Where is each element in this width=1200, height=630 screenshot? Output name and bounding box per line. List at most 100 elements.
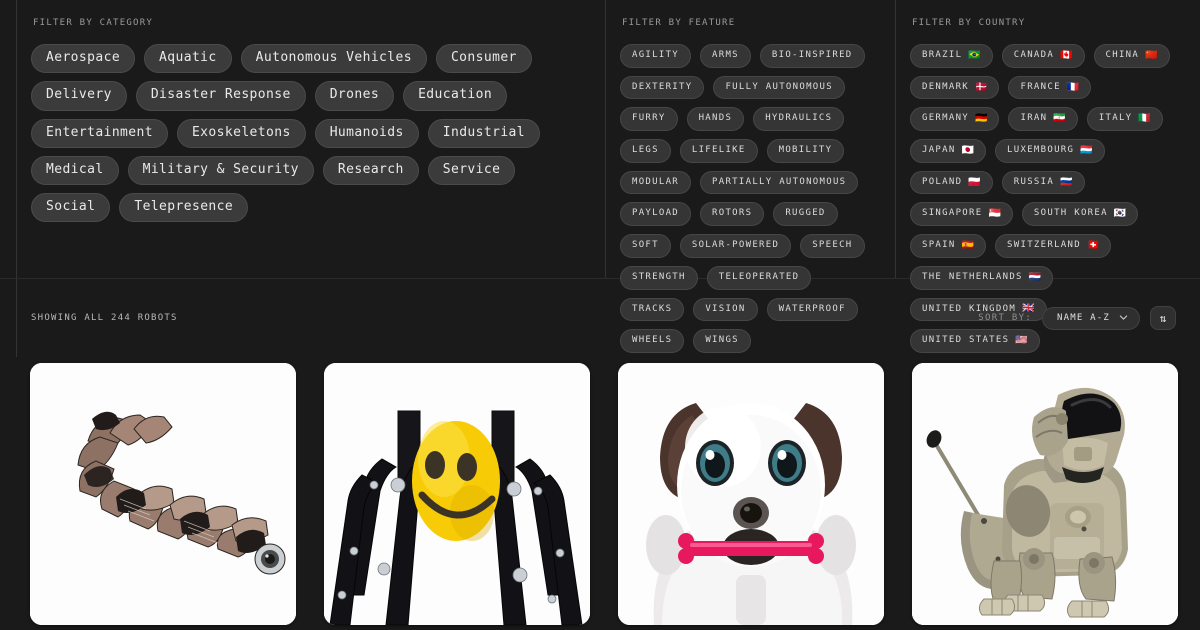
country-chip-france[interactable]: FRANCE 🇫🇷 (1008, 75, 1092, 100)
feature-chip-rugged[interactable]: RUGGED (773, 202, 838, 227)
sort-by-label: SORT BY: (978, 313, 1033, 323)
category-chip-entertainment[interactable]: Entertainment (31, 118, 168, 148)
feature-chip-legs[interactable]: LEGS (620, 139, 671, 163)
category-chip-exoskeletons[interactable]: Exoskeletons (176, 118, 306, 148)
category-chip-disaster-response[interactable]: Disaster Response (135, 81, 306, 111)
category-chip-education[interactable]: Education (403, 81, 508, 111)
category-chip-aerospace[interactable]: Aerospace (31, 44, 136, 74)
category-chip-research[interactable]: Research (322, 155, 419, 185)
country-chip-label: FRANCE (1020, 81, 1061, 92)
category-chip-drones[interactable]: Drones (314, 81, 395, 111)
feature-chip-label: PARTIALLY AUTONOMOUS (712, 176, 847, 187)
filter-category-title: FILTER BY CATEGORY (33, 18, 154, 28)
category-chip-service[interactable]: Service (427, 155, 516, 185)
category-chip-telepresence[interactable]: Telepresence (119, 193, 249, 223)
robot-card[interactable] (30, 363, 296, 625)
country-chip-label: RUSSIA (1013, 176, 1055, 187)
feature-chip-label: LEGS (632, 145, 659, 156)
category-chip-social[interactable]: Social (31, 193, 111, 223)
feature-chip-label: ARMS (712, 50, 739, 60)
silver-robot-dog-image (912, 363, 1178, 625)
robot-card[interactable] (618, 363, 884, 625)
flag-icon: 🇮🇹 (1138, 113, 1151, 125)
category-chip-delivery[interactable]: Delivery (31, 81, 127, 111)
feature-chip-mobility[interactable]: MOBILITY (766, 139, 845, 163)
flag-icon: 🇩🇰 (975, 81, 988, 93)
feature-chip-speech[interactable]: SPEECH (800, 234, 865, 258)
feature-chip-rotors[interactable]: ROTORS (700, 202, 765, 227)
feature-chip-hands[interactable]: HANDS (686, 107, 745, 132)
feature-chip-bio-inspired[interactable]: BIO-INSPIRED (759, 44, 865, 68)
country-chip-canada[interactable]: CANADA 🇨🇦 (1001, 44, 1085, 68)
country-chip-iran[interactable]: IRAN 🇮🇷 (1008, 107, 1078, 132)
flag-icon: 🇸🇬 (988, 208, 1001, 220)
category-chip-military-security[interactable]: Military & Security (127, 155, 314, 185)
country-chip-label: DENMARK (922, 81, 970, 92)
feature-chip-agility[interactable]: AGILITY (620, 44, 692, 68)
robot-card[interactable] (324, 363, 590, 625)
feature-chip-furry[interactable]: FURRY (620, 107, 678, 132)
chevron-down-icon (1119, 313, 1128, 321)
flag-icon: 🇨🇦 (1060, 49, 1073, 61)
country-chip-label: SOUTH KOREA (1033, 208, 1108, 219)
country-chip-japan[interactable]: JAPAN 🇯🇵 (910, 139, 987, 163)
category-chip-humanoids[interactable]: Humanoids (314, 118, 419, 148)
country-chip-china[interactable]: CHINA 🇨🇳 (1093, 44, 1170, 68)
white-robot-dog-closeup-image (618, 363, 884, 625)
country-chip-south-korea[interactable]: SOUTH KOREA 🇰🇷 (1021, 202, 1139, 227)
sort-select[interactable]: NAME A-Z (1042, 306, 1140, 330)
feature-chip-dexterity[interactable]: DEXTERITY (620, 75, 705, 100)
results-count-text: SHOWING ALL 244 ROBOTS (31, 313, 178, 323)
filter-column-country: FILTER BY COUNTRY BRAZIL 🇧🇷 CANADA 🇨🇦 CHINA 🇨… (895, 0, 1184, 353)
feature-chip-label: HYDRAULICS (765, 113, 833, 124)
country-chip-denmark[interactable]: DENMARK 🇩🇰 (910, 75, 1000, 100)
flag-icon: 🇱🇺 (1080, 144, 1093, 156)
country-chip-singapore[interactable]: SINGAPORE 🇸🇬 (910, 202, 1013, 227)
country-chip-poland[interactable]: POLAND 🇵🇱 (910, 170, 993, 195)
country-chip-label: CHINA (1105, 50, 1140, 60)
feature-chip-label: DEXTERITY (632, 81, 693, 92)
feature-chip-partially-autonomous[interactable]: PARTIALLY AUTONOMOUS (700, 170, 859, 195)
feature-chip-modular[interactable]: MODULAR (620, 170, 692, 195)
country-chip-spain[interactable]: SPAIN 🇪🇸 (910, 234, 987, 258)
category-chip-autonomous-vehicles[interactable]: Autonomous Vehicles (240, 44, 427, 74)
flag-icon: 🇪🇸 (961, 239, 975, 251)
category-chip-aquatic[interactable]: Aquatic (144, 44, 232, 74)
sort-controls: SORT BY: NAME A-Z ⇅ (978, 306, 1176, 330)
robot-card[interactable] (912, 363, 1178, 625)
feature-chip-soft[interactable]: SOFT (620, 234, 671, 258)
feature-chip-lifelike[interactable]: LIFELIKE (679, 139, 758, 163)
country-chip-brazil[interactable]: BRAZIL 🇧🇷 (910, 44, 993, 68)
filter-country-title: FILTER BY COUNTRY (912, 18, 1026, 28)
feature-chip-arms[interactable]: ARMS (700, 44, 751, 68)
feature-chip-label: HANDS (698, 113, 733, 124)
feature-chip-fully-autonomous[interactable]: FULLY AUTONOMOUS (713, 75, 845, 100)
sort-select-value: NAME A-Z (1057, 312, 1110, 323)
sort-direction-toggle[interactable]: ⇅ (1150, 306, 1176, 330)
category-chip-industrial[interactable]: Industrial (427, 118, 541, 148)
country-chip-luxembourg[interactable]: LUXEMBOURG 🇱🇺 (995, 139, 1105, 163)
feature-chip-label: MOBILITY (778, 145, 833, 156)
category-chip-list: Aerospace Aquatic Autonomous Vehicles Consu… (31, 44, 589, 223)
feature-chip-label: RUGGED (785, 208, 826, 219)
country-chip-label: JAPAN (922, 145, 956, 156)
feature-chip-hydraulics[interactable]: HYDRAULICS (753, 107, 845, 132)
feature-chip-label: SOLAR-POWERED (691, 240, 780, 251)
feature-chip-label: PAYLOAD (632, 208, 680, 219)
flag-icon: 🇫🇷 (1066, 81, 1080, 93)
feature-chip-solar-powered[interactable]: SOLAR-POWERED (679, 234, 792, 258)
category-chip-medical[interactable]: Medical (31, 155, 119, 185)
country-chip-switzerland[interactable]: SWITZERLAND 🇨🇭 (995, 234, 1112, 258)
country-chip-italy[interactable]: ITALY 🇮🇹 (1086, 107, 1163, 132)
feature-chip-label: AGILITY (632, 50, 680, 60)
flag-icon: 🇵🇱 (968, 176, 981, 188)
country-chip-label: IRAN (1020, 113, 1048, 124)
feature-chip-label: BIO-INSPIRED (771, 50, 853, 60)
filter-column-feature: FILTER BY FEATURE AGILITY ARMS BIO-INSPIRE… (605, 0, 879, 353)
country-chip-russia[interactable]: RUSSIA 🇷🇺 (1001, 170, 1085, 195)
category-chip-consumer[interactable]: Consumer (435, 44, 532, 74)
filter-feature-title: FILTER BY FEATURE (622, 18, 736, 28)
feature-chip-payload[interactable]: PAYLOAD (620, 202, 692, 227)
country-chip-germany[interactable]: GERMANY 🇩🇪 (910, 107, 1000, 132)
feature-chip-label: FULLY AUTONOMOUS (725, 81, 833, 92)
